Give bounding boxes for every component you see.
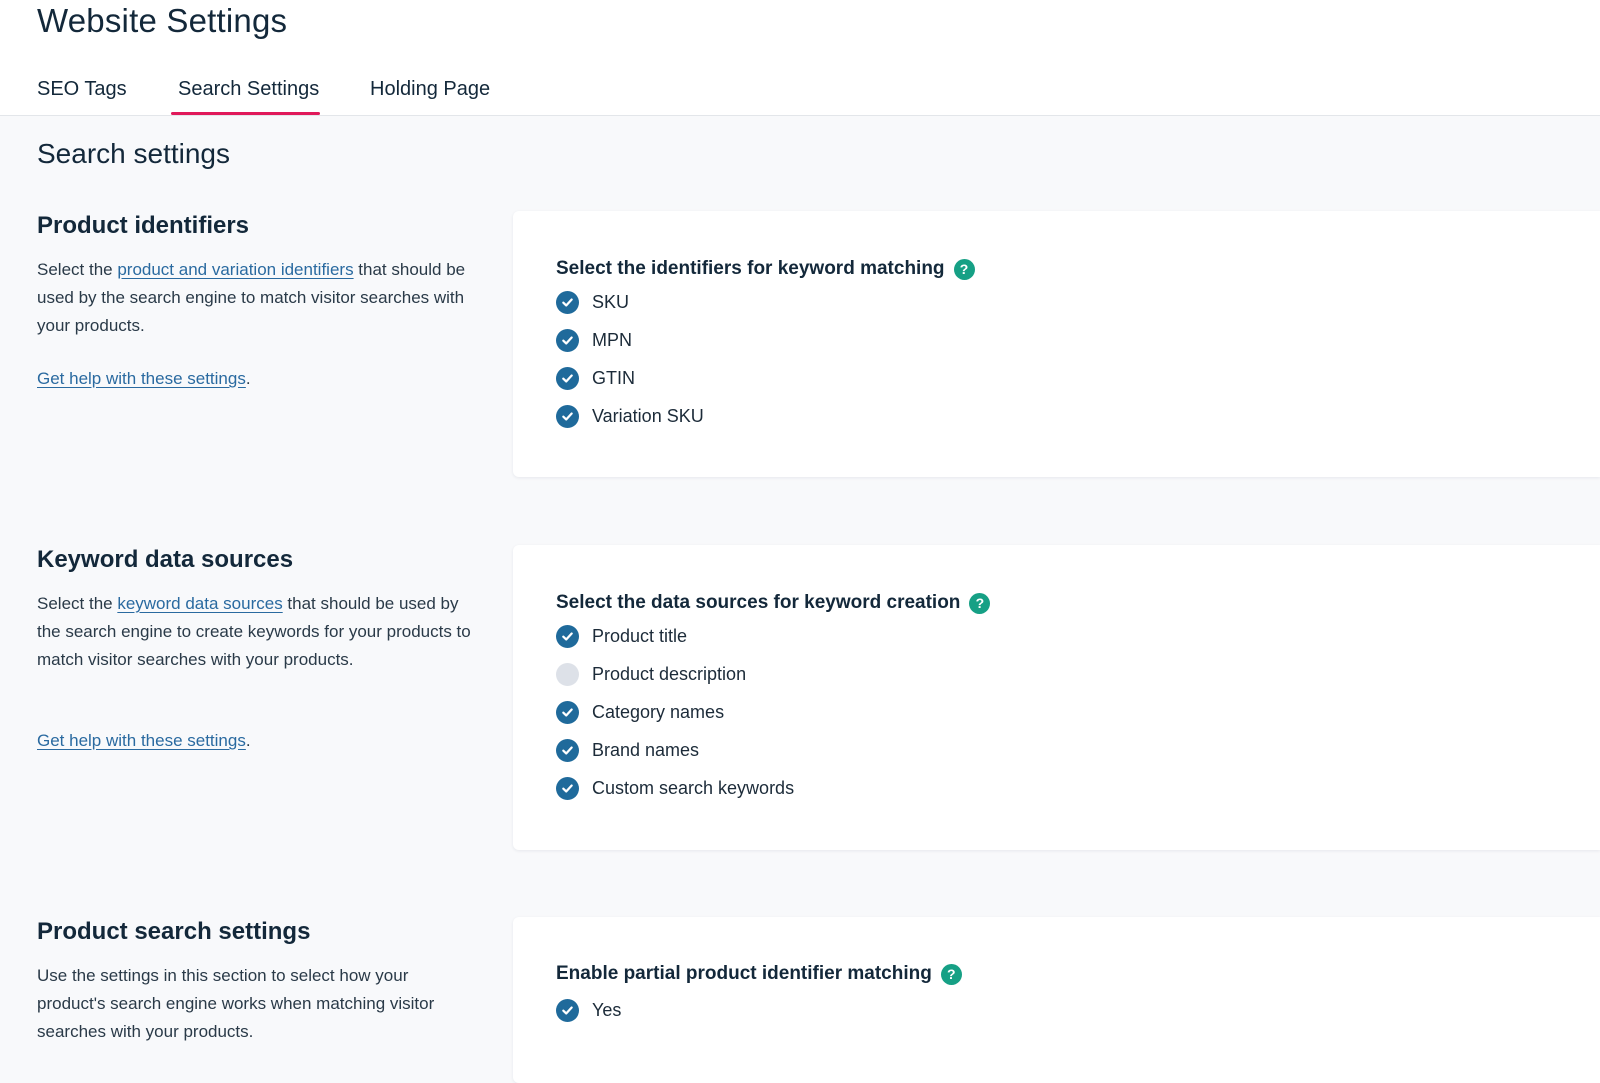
product-identifiers-title: Product identifiers bbox=[37, 212, 250, 239]
help-link-keyword-data-sources[interactable]: Get help with these settings bbox=[37, 731, 246, 750]
card-label-text: Select the identifiers for keyword match… bbox=[556, 258, 945, 279]
card-label-text: Select the data sources for keyword crea… bbox=[556, 592, 961, 613]
keyword-data-sources-link[interactable]: keyword data sources bbox=[117, 594, 282, 613]
keyword-data-sources-title: Keyword data sources bbox=[37, 546, 294, 573]
partial-matching-card-label: Enable partial product identifier matchi… bbox=[556, 963, 962, 985]
section-heading: Search settings bbox=[37, 138, 230, 169]
option-category-names[interactable]: Category names bbox=[556, 701, 724, 724]
product-search-settings-description: Use the settings in this section to sele… bbox=[37, 966, 435, 1041]
option-product-description[interactable]: Product description bbox=[556, 663, 746, 686]
option-custom-search-keywords[interactable]: Custom search keywords bbox=[556, 777, 794, 800]
help-question-icon[interactable]: ? bbox=[969, 592, 991, 614]
checked-circle-icon bbox=[556, 405, 579, 428]
option-label: Brand names bbox=[592, 740, 700, 760]
checked-circle-icon bbox=[556, 291, 579, 314]
option-label: GTIN bbox=[592, 368, 635, 388]
checked-circle-icon bbox=[556, 625, 579, 648]
checked-circle-icon bbox=[556, 367, 579, 390]
option-gtin[interactable]: GTIN bbox=[556, 367, 635, 390]
checked-circle-icon bbox=[556, 777, 579, 800]
page-header: Website Settings SEO Tags Search Setting… bbox=[0, 0, 1600, 116]
option-sku[interactable]: SKU bbox=[556, 291, 629, 314]
option-label: Custom search keywords bbox=[592, 778, 795, 798]
option-brand-names[interactable]: Brand names bbox=[556, 739, 699, 762]
partial-matching-card: Enable partial product identifier matchi… bbox=[513, 917, 1600, 1083]
option-product-title[interactable]: Product title bbox=[556, 625, 687, 648]
tab-holding-page[interactable]: Holding Page bbox=[370, 78, 490, 101]
help-link-product-identifiers[interactable]: Get help with these settings bbox=[37, 369, 246, 388]
tab-seo-tags[interactable]: SEO Tags bbox=[37, 78, 127, 101]
card-label-text: Enable partial product identifier matchi… bbox=[556, 963, 932, 984]
help-suffix: . bbox=[245, 369, 251, 388]
data-sources-card-label: Select the data sources for keyword crea… bbox=[556, 592, 991, 614]
help-suffix: . bbox=[245, 731, 251, 750]
desc-text: Select the bbox=[37, 260, 118, 279]
product-search-settings-title: Product search settings bbox=[37, 918, 311, 945]
desc-text: Select the bbox=[37, 594, 118, 613]
option-label: Variation SKU bbox=[592, 406, 704, 426]
help-line: Get help with these settings. bbox=[37, 731, 251, 751]
option-label: Product description bbox=[592, 664, 747, 684]
active-tab-indicator bbox=[171, 112, 320, 115]
option-mpn[interactable]: MPN bbox=[556, 329, 632, 352]
identifiers-card-label: Select the identifiers for keyword match… bbox=[556, 258, 975, 280]
checked-circle-icon bbox=[556, 999, 579, 1022]
checked-circle-icon bbox=[556, 329, 579, 352]
identifiers-card: Select the identifiers for keyword match… bbox=[513, 211, 1600, 477]
option-label: MPN bbox=[592, 330, 632, 350]
product-identifiers-description: Select the product and variation identif… bbox=[37, 256, 477, 340]
keyword-data-sources-description: Select the keyword data sources that sho… bbox=[37, 590, 477, 674]
data-sources-card: Select the data sources for keyword crea… bbox=[513, 545, 1600, 850]
option-label: Yes bbox=[592, 1000, 622, 1020]
product-identifiers-link[interactable]: product and variation identifiers bbox=[117, 260, 353, 279]
unchecked-circle-icon bbox=[556, 663, 579, 686]
option-variation-sku[interactable]: Variation SKU bbox=[556, 405, 704, 428]
help-question-icon[interactable]: ? bbox=[953, 258, 975, 280]
option-label: Category names bbox=[592, 702, 725, 722]
tab-search-settings[interactable]: Search Settings bbox=[178, 78, 319, 101]
page-title: Website Settings bbox=[37, 2, 288, 39]
option-label: Product title bbox=[592, 626, 688, 646]
help-line: Get help with these settings. bbox=[37, 369, 251, 389]
option-label: SKU bbox=[592, 292, 630, 312]
option-yes[interactable]: Yes bbox=[556, 999, 621, 1022]
checked-circle-icon bbox=[556, 701, 579, 724]
checked-circle-icon bbox=[556, 739, 579, 762]
help-question-icon[interactable]: ? bbox=[940, 963, 962, 985]
